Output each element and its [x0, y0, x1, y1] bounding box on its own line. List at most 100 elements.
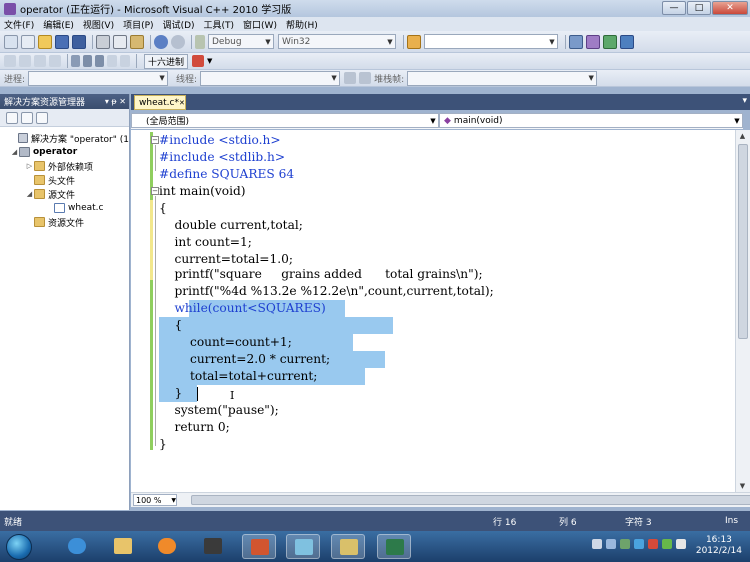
- process-select[interactable]: ▼: [28, 70, 169, 86]
- stack-frame-select[interactable]: ▼: [407, 70, 598, 86]
- scroll-down-icon[interactable]: ▼: [736, 480, 749, 492]
- tree-item-header-files[interactable]: 头文件: [0, 173, 129, 187]
- panel-header-buttons[interactable]: ▾ ᵽ ✕: [105, 97, 129, 106]
- menu-tools[interactable]: 工具(T): [204, 18, 235, 31]
- tree-item-solution[interactable]: 解决方案 "operator" (1: [0, 131, 129, 145]
- powerpoint-icon[interactable]: [242, 534, 276, 559]
- scroll-thumb[interactable]: [738, 144, 748, 339]
- char-indicator: 字符 3: [625, 517, 652, 528]
- tab-list-dropdown-icon[interactable]: ▾: [742, 96, 747, 106]
- toolbar-separator: [403, 34, 404, 49]
- show-all-files-icon[interactable]: [21, 111, 33, 124]
- close-tab-icon[interactable]: ✕: [179, 99, 185, 107]
- continue-debug-icon[interactable]: [71, 55, 80, 67]
- start-button-icon[interactable]: [6, 533, 32, 560]
- breakpoints-icon[interactable]: [192, 55, 205, 67]
- start-page-icon[interactable]: [620, 34, 634, 49]
- step-over-icon[interactable]: [120, 55, 130, 67]
- tree-item-external-dependencies[interactable]: ▷ 外部依赖项: [0, 159, 129, 173]
- console-window-icon[interactable]: [377, 534, 411, 559]
- find-combo[interactable]: ▼: [424, 34, 558, 49]
- zoom-select[interactable]: 100 % ▼: [133, 494, 177, 506]
- copy-icon[interactable]: [113, 34, 127, 49]
- help-icon[interactable]: [606, 539, 616, 549]
- chevron-down-icon: ▼: [265, 37, 271, 46]
- hexadecimal-toggle[interactable]: 十六进制: [144, 53, 189, 69]
- scope-select[interactable]: (全局范围) ▼: [131, 113, 439, 128]
- quick-info-icon[interactable]: [34, 55, 46, 67]
- bluetooth-icon[interactable]: [634, 539, 644, 549]
- toolbox-icon[interactable]: [603, 34, 617, 49]
- properties-icon[interactable]: [6, 111, 18, 124]
- add-item-icon[interactable]: [21, 34, 35, 49]
- maximize-button[interactable]: □: [687, 1, 711, 15]
- menu-view[interactable]: 视图(V): [83, 18, 114, 31]
- find-in-files-icon[interactable]: [407, 34, 421, 49]
- vertical-scrollbar[interactable]: ▲ ▼: [735, 130, 750, 492]
- menu-window[interactable]: 窗口(W): [243, 18, 277, 31]
- volume-icon[interactable]: [676, 539, 686, 549]
- visual-studio-taskbar-icon[interactable]: [331, 534, 365, 559]
- tree-item-project[interactable]: ◢ operator: [0, 145, 129, 159]
- tree-item-source-files[interactable]: ◢ 源文件: [0, 187, 129, 201]
- refresh-icon[interactable]: [36, 111, 48, 124]
- redo-icon[interactable]: [171, 34, 185, 49]
- collapse-region-icon[interactable]: −: [151, 136, 159, 144]
- flag-icon[interactable]: [359, 72, 372, 84]
- collapse-region-icon[interactable]: −: [151, 187, 159, 195]
- security-icon[interactable]: [648, 539, 658, 549]
- toolbar-separator: [67, 54, 68, 68]
- menu-debug[interactable]: 调试(D): [163, 18, 195, 31]
- cut-icon[interactable]: [96, 34, 110, 49]
- indent-icon[interactable]: [49, 55, 61, 67]
- internet-explorer-icon[interactable]: [60, 534, 94, 559]
- language-icon[interactable]: [592, 539, 602, 549]
- continue-icon[interactable]: [195, 34, 205, 49]
- tree-item-wheat-c[interactable]: wheat.c: [0, 201, 129, 215]
- expand-icon[interactable]: ◢: [10, 148, 19, 156]
- properties-icon[interactable]: [586, 34, 600, 49]
- update-icon[interactable]: [662, 539, 672, 549]
- step-into-icon[interactable]: [107, 55, 117, 67]
- collapse-icon[interactable]: ▷: [25, 162, 34, 170]
- menu-project[interactable]: 项目(P): [123, 18, 153, 31]
- solution-platform-select[interactable]: Win32 ▼: [278, 34, 396, 49]
- scroll-up-icon[interactable]: ▲: [736, 130, 749, 142]
- text-cursor: [197, 387, 198, 401]
- parameter-info-icon[interactable]: [19, 55, 31, 67]
- close-button[interactable]: ✕: [712, 1, 748, 15]
- menu-file[interactable]: 文件(F): [4, 18, 34, 31]
- code-editor[interactable]: − − #include <stdio.h> #include <stdlib.…: [131, 130, 735, 492]
- display-object-member-list-icon[interactable]: [4, 55, 16, 67]
- thread-select[interactable]: ▼: [200, 70, 341, 86]
- solution-explorer-icon[interactable]: [569, 34, 583, 49]
- file-explorer-icon[interactable]: [106, 534, 140, 559]
- expand-icon[interactable]: ◢: [25, 190, 34, 198]
- video-recorder-icon[interactable]: [196, 534, 230, 559]
- document-app-icon[interactable]: [286, 534, 320, 559]
- save-all-icon[interactable]: [72, 34, 86, 49]
- network-icon[interactable]: [620, 539, 630, 549]
- flag-threads-icon[interactable]: [344, 72, 357, 84]
- system-clock[interactable]: 16:13 2012/2/14: [696, 535, 742, 557]
- stop-debugging-icon[interactable]: [95, 55, 104, 67]
- tree-item-resource-files[interactable]: 资源文件: [0, 215, 129, 229]
- code-line: #define SQUARES 64: [159, 167, 295, 181]
- media-player-icon[interactable]: [150, 534, 184, 559]
- break-all-icon[interactable]: [83, 55, 92, 67]
- save-icon[interactable]: [55, 34, 69, 49]
- undo-icon[interactable]: [154, 34, 168, 49]
- paste-icon[interactable]: [130, 34, 144, 49]
- scroll-thumb[interactable]: [191, 495, 750, 505]
- solution-configuration-select[interactable]: Debug ▼: [208, 34, 274, 49]
- tab-wheat-c[interactable]: wheat.c* ✕: [134, 95, 186, 110]
- new-project-icon[interactable]: [4, 34, 18, 49]
- function-select[interactable]: ◆ main(void) ▼: [439, 113, 743, 128]
- menu-edit[interactable]: 编辑(E): [43, 18, 74, 31]
- menu-help[interactable]: 帮助(H): [286, 18, 318, 31]
- folder-icon: [34, 217, 45, 227]
- minimize-button[interactable]: —: [662, 1, 686, 15]
- horizontal-scrollbar[interactable]: [181, 494, 750, 506]
- open-file-icon[interactable]: [38, 34, 52, 49]
- chevron-down-icon[interactable]: ▼: [207, 57, 212, 65]
